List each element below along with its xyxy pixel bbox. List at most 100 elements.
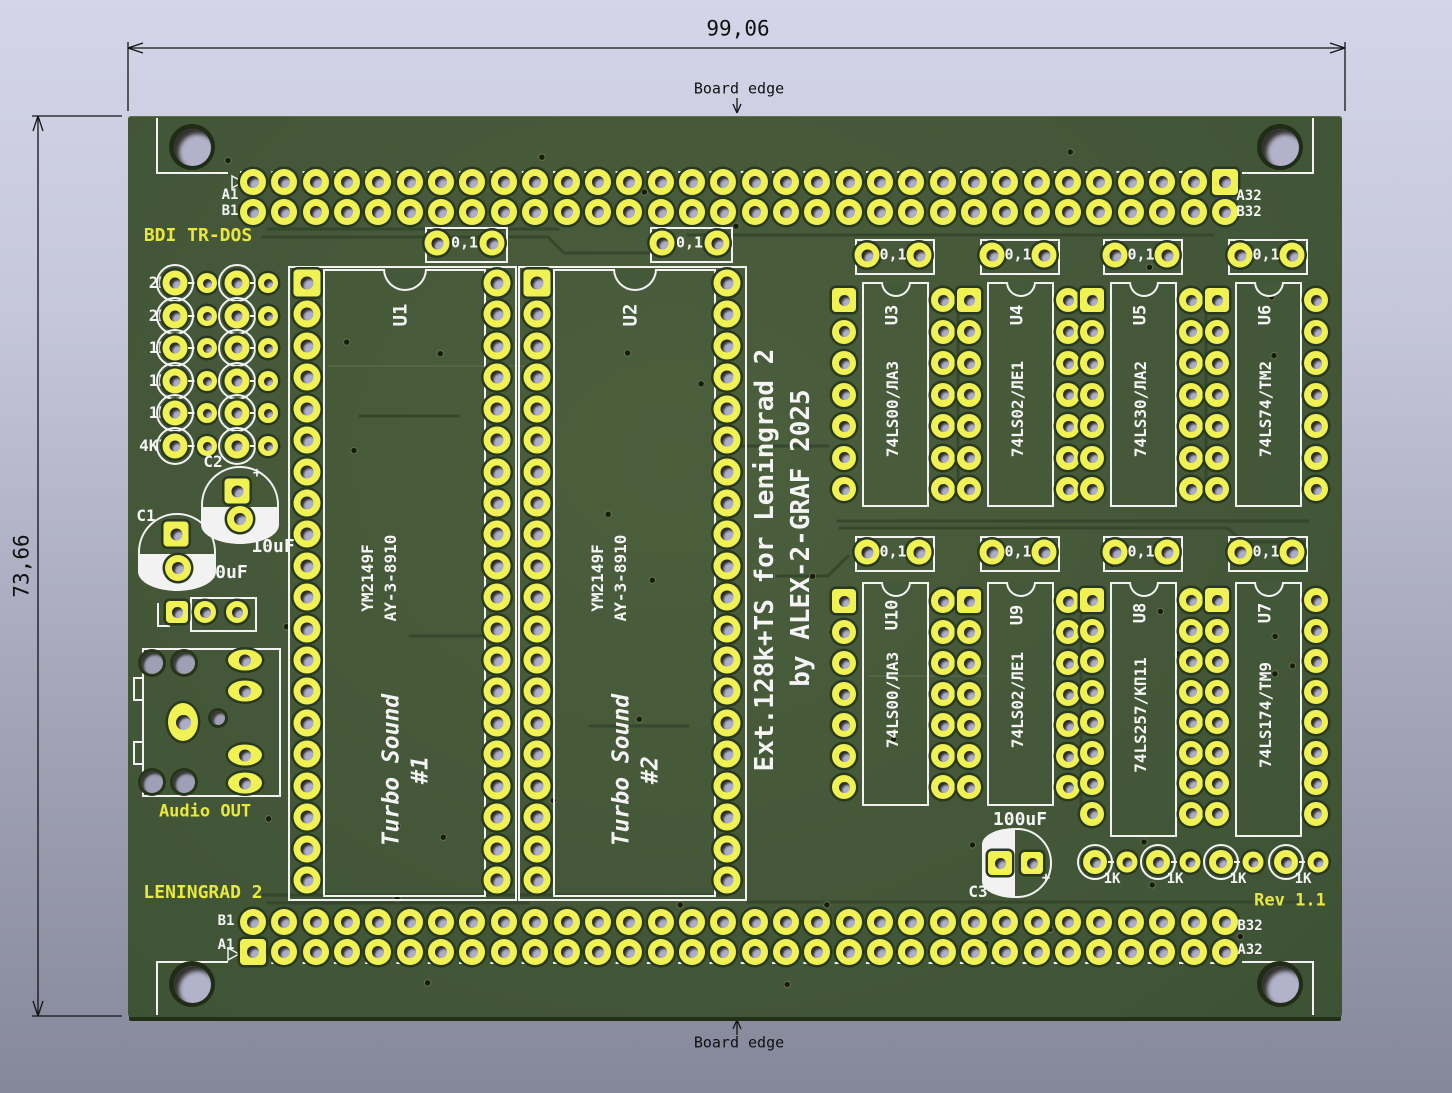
drill-hole xyxy=(874,946,886,958)
pin1-notch xyxy=(613,269,657,291)
ic-pad xyxy=(1080,771,1104,795)
drill-hole xyxy=(561,946,573,958)
drill-hole xyxy=(1125,946,1137,958)
ic-refdes: U8 xyxy=(1133,603,1150,623)
mounting-hole-bore xyxy=(174,966,211,1003)
drill-hole xyxy=(1188,946,1200,958)
ic-pad xyxy=(1205,771,1229,795)
connector-top-row-a-pad xyxy=(365,169,391,195)
drill-hole xyxy=(964,421,975,432)
drill-hole xyxy=(861,249,873,261)
drill-hole xyxy=(1093,916,1105,928)
drill-hole xyxy=(1062,946,1074,958)
drill-hole xyxy=(1186,484,1197,495)
drill-hole xyxy=(264,409,273,418)
resistor-pad xyxy=(197,338,217,358)
socket-pad xyxy=(294,427,321,454)
drill-hole xyxy=(623,206,635,218)
drill-hole xyxy=(968,946,980,958)
mount-pin-hole xyxy=(173,652,195,674)
drill-hole xyxy=(301,685,314,698)
socket-pad xyxy=(294,709,321,736)
drill-hole xyxy=(531,559,544,572)
ic-pad xyxy=(957,414,981,438)
decoupling-cap-value: 0,1 xyxy=(676,236,703,251)
drill-hole xyxy=(592,916,604,928)
connector-bottom-row-b-pad xyxy=(1149,909,1175,935)
ic-pad xyxy=(931,775,955,799)
drill-hole xyxy=(1311,747,1322,758)
sound-chip-part-number: YM2149F xyxy=(590,544,606,611)
ic-pad xyxy=(1080,414,1104,438)
pin1-notch xyxy=(1129,282,1159,297)
drill-hole xyxy=(531,685,544,698)
drill-hole xyxy=(491,591,504,604)
ic-pad xyxy=(1304,588,1328,612)
connector-bottom-row-a-pad xyxy=(240,939,266,965)
drill-hole xyxy=(1248,857,1258,867)
turbo-sound-label: Turbo Sound xyxy=(611,694,634,846)
connector-bottom-row-b-pad xyxy=(1181,909,1207,935)
drill-hole xyxy=(686,946,698,958)
socket-pad xyxy=(484,270,511,297)
ic-pad xyxy=(1080,588,1104,612)
drill-hole xyxy=(435,916,447,928)
ic-pad xyxy=(832,320,856,344)
drill-hole xyxy=(491,748,504,761)
drill-hole xyxy=(811,946,823,958)
connector-top-row-b-pad xyxy=(1118,199,1144,225)
via xyxy=(733,223,739,229)
drill-hole xyxy=(1087,656,1098,667)
decoupling-cap-pad xyxy=(1103,243,1128,268)
connector-bottom-row-b-pad xyxy=(585,909,611,935)
ic-pad xyxy=(1179,288,1203,312)
drill-hole xyxy=(1311,808,1322,819)
drill-hole xyxy=(749,176,761,188)
drill-hole xyxy=(1311,295,1322,306)
drill-hole xyxy=(1087,686,1098,697)
drill-hole xyxy=(1186,421,1197,432)
drill-hole xyxy=(721,685,734,698)
drill-hole xyxy=(170,311,181,322)
drill-hole xyxy=(1186,625,1197,636)
ic-pad xyxy=(1205,477,1229,501)
dimension-width-label: 99,06 xyxy=(706,19,769,40)
drill-hole xyxy=(1038,546,1050,558)
decoupling-cap-pad xyxy=(1155,540,1180,565)
connector-bottom-row-a-pad xyxy=(867,939,893,965)
socket-pad xyxy=(294,458,321,485)
resistor-pad xyxy=(163,369,188,394)
drill-hole xyxy=(1186,595,1197,606)
ic-pad xyxy=(1056,620,1080,644)
drill-hole xyxy=(968,916,980,928)
socket-pad xyxy=(294,584,321,611)
drill-hole xyxy=(1161,546,1173,558)
drill-hole xyxy=(905,206,917,218)
socket-pad xyxy=(714,741,741,768)
ic-pad xyxy=(1080,351,1104,375)
turbo-sound-label: Turbo Sound xyxy=(381,694,404,846)
connector-bottom-row-a-pad xyxy=(773,939,799,965)
via xyxy=(1067,149,1073,155)
cap-c1-ref-label: C1 xyxy=(136,508,155,524)
connector-bottom-row-b-pad xyxy=(867,909,893,935)
drill-hole xyxy=(1063,658,1074,669)
connector-bottom-row-b-pad xyxy=(710,909,736,935)
drill-hole xyxy=(995,858,1006,869)
jumper-pad xyxy=(226,601,248,623)
socket-pad xyxy=(524,615,551,642)
connector-top-row-a-pad xyxy=(710,169,736,195)
connector-bottom-row-b-pad xyxy=(397,909,423,935)
connector-top-row-a-pad xyxy=(428,169,454,195)
connector-top-row-b-pad xyxy=(240,199,266,225)
drill-hole xyxy=(491,779,504,792)
ic-pad xyxy=(931,589,955,613)
ic-pad xyxy=(832,713,856,737)
ic-pad xyxy=(957,351,981,375)
ic-pad xyxy=(1205,741,1229,765)
drill-hole xyxy=(721,339,734,352)
ic-pad xyxy=(1179,477,1203,501)
drill-hole xyxy=(170,376,181,387)
drill-hole xyxy=(938,326,949,337)
connector-bottom-row-a-pad xyxy=(1055,939,1081,965)
